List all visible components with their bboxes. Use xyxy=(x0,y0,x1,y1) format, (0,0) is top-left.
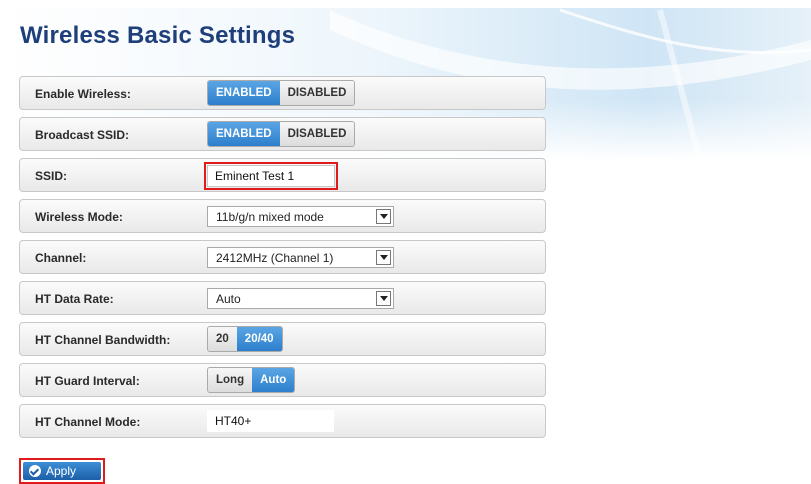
ht-data-rate-select[interactable]: Auto xyxy=(207,288,394,309)
row-ssid: SSID: xyxy=(19,158,546,192)
broadcast-ssid-enabled-option[interactable]: ENABLED xyxy=(208,122,280,146)
channel-label: Channel: xyxy=(35,251,87,265)
enable-wireless-toggle: ENABLED DISABLED xyxy=(207,80,356,106)
enable-wireless-label: Enable Wireless: xyxy=(35,87,131,101)
row-ht-channel-mode: HT Channel Mode: xyxy=(19,404,546,438)
ssid-label: SSID: xyxy=(35,169,68,183)
ssid-input[interactable] xyxy=(204,162,338,190)
bandwidth-20-40-option[interactable]: 20/40 xyxy=(236,327,282,351)
row-ht-channel-bandwidth: HT Channel Bandwidth: 20 20/40 xyxy=(19,322,546,356)
row-ht-data-rate: HT Data Rate: Auto xyxy=(19,281,546,315)
row-broadcast-ssid: Broadcast SSID: ENABLED DISABLED xyxy=(19,117,546,151)
chevron-down-icon[interactable] xyxy=(376,209,391,224)
broadcast-ssid-toggle: ENABLED DISABLED xyxy=(207,121,356,147)
ht-data-rate-value: Auto xyxy=(216,292,241,306)
row-wireless-mode: Wireless Mode: 11b/g/n mixed mode xyxy=(19,199,546,233)
broadcast-ssid-disabled-option[interactable]: DISABLED xyxy=(279,122,355,146)
apply-button[interactable]: Apply xyxy=(23,462,101,480)
ht-channel-bandwidth-label: HT Channel Bandwidth: xyxy=(35,333,171,347)
ht-data-rate-label: HT Data Rate: xyxy=(35,292,114,306)
ht-channel-bandwidth-toggle: 20 20/40 xyxy=(207,326,283,352)
guard-interval-long-option[interactable]: Long xyxy=(208,368,253,392)
broadcast-ssid-label: Broadcast SSID: xyxy=(35,128,130,142)
wireless-mode-select[interactable]: 11b/g/n mixed mode xyxy=(207,206,394,227)
wireless-mode-value: 11b/g/n mixed mode xyxy=(216,210,324,224)
ht-channel-mode-label: HT Channel Mode: xyxy=(35,415,141,429)
row-channel: Channel: 2412MHz (Channel 1) xyxy=(19,240,546,274)
ht-guard-interval-toggle: Long Auto xyxy=(207,367,296,393)
row-ht-guard-interval: HT Guard Interval: Long Auto xyxy=(19,363,546,397)
enable-wireless-disabled-option[interactable]: DISABLED xyxy=(279,81,355,105)
wireless-mode-label: Wireless Mode: xyxy=(35,210,123,224)
ht-guard-interval-label: HT Guard Interval: xyxy=(35,374,140,388)
channel-select[interactable]: 2412MHz (Channel 1) xyxy=(207,247,394,268)
row-enable-wireless: Enable Wireless: ENABLED DISABLED xyxy=(19,76,546,110)
bandwidth-20-option[interactable]: 20 xyxy=(208,327,237,351)
chevron-down-icon[interactable] xyxy=(376,250,391,265)
page-title: Wireless Basic Settings xyxy=(20,22,296,49)
ht-channel-mode-field xyxy=(207,410,334,432)
guard-interval-auto-option[interactable]: Auto xyxy=(252,368,295,392)
checkmark-icon xyxy=(29,465,41,477)
chevron-down-icon[interactable] xyxy=(376,291,391,306)
enable-wireless-enabled-option[interactable]: ENABLED xyxy=(208,81,280,105)
apply-label: Apply xyxy=(46,464,77,478)
channel-value: 2412MHz (Channel 1) xyxy=(216,251,334,265)
apply-highlight: Apply xyxy=(19,458,105,484)
